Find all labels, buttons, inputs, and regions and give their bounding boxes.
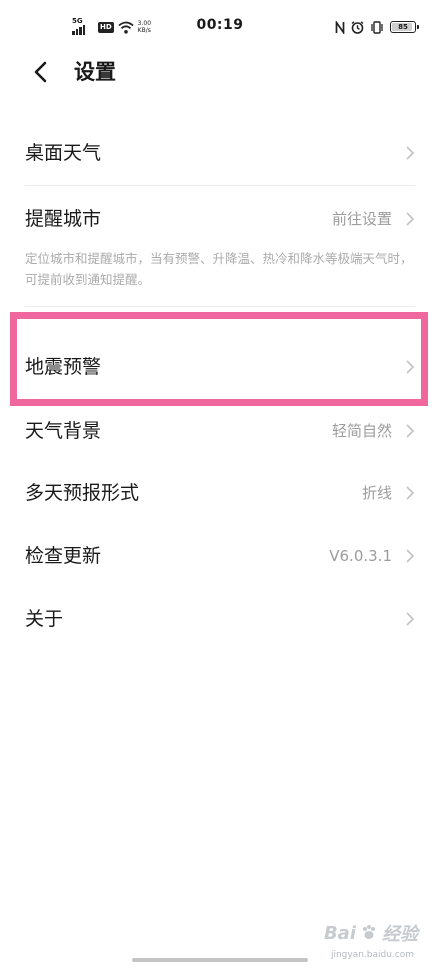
settings-item-reminder-city[interactable]: 提醒城市 前往设置 定位城市和提醒城市，当有预警、升降温、热冷和降水等极端天气时… xyxy=(0,186,440,306)
nfc-icon xyxy=(335,20,345,34)
weather-background-label: 天气背景 xyxy=(25,420,102,442)
battery-level: 85 xyxy=(398,23,408,31)
weather-background-value: 轻简自然 xyxy=(331,422,392,440)
about-label: 关于 xyxy=(25,608,64,630)
chevron-right-icon xyxy=(406,612,415,626)
check-update-label: 检查更新 xyxy=(25,545,102,567)
paw-icon xyxy=(363,925,375,939)
vibrate-icon xyxy=(371,20,383,34)
watermark-brand: Bai xyxy=(323,922,356,944)
reminder-city-description: 定位城市和提醒城市，当有预警、升降温、热冷和降水等极端天气时，可提前收到通知提醒… xyxy=(25,251,413,287)
chevron-left-icon xyxy=(34,61,47,83)
chevron-right-icon xyxy=(406,146,415,160)
multi-day-forecast-label: 多天预报形式 xyxy=(25,482,140,504)
watermark-brand-suffix: 经验 xyxy=(382,924,418,945)
back-button[interactable] xyxy=(26,58,54,86)
status-right-icons: 85 xyxy=(335,18,419,36)
settings-item-check-update[interactable]: 检查更新 V6.0.3.1 xyxy=(0,532,440,580)
chevron-right-icon xyxy=(406,486,415,500)
desktop-weather-label: 桌面天气 xyxy=(25,142,102,164)
baidu-jingyan-watermark: Bai 经验 xyxy=(324,920,418,946)
settings-item-multi-day-forecast[interactable]: 多天预报形式 折线 xyxy=(0,470,440,518)
chevron-right-icon xyxy=(406,424,415,438)
highlight-box xyxy=(10,312,428,406)
reminder-city-value: 前往设置 xyxy=(331,210,392,228)
status-bar: 5G HD 3.00 KB/s 00:19 85 xyxy=(0,0,440,52)
battery-icon: 85 xyxy=(390,21,419,33)
header: 设置 xyxy=(0,52,440,92)
settings-item-about[interactable]: 关于 xyxy=(0,596,440,644)
divider xyxy=(25,306,415,307)
check-update-version: V6.0.3.1 xyxy=(329,547,392,565)
settings-item-desktop-weather[interactable]: 桌面天气 xyxy=(0,122,440,184)
multi-day-forecast-value: 折线 xyxy=(361,484,392,502)
reminder-city-label: 提醒城市 xyxy=(25,208,102,230)
watermark-url: jingyan.baidu.com xyxy=(330,950,414,960)
alarm-icon xyxy=(351,20,364,34)
home-indicator[interactable] xyxy=(132,958,308,962)
chevron-right-icon xyxy=(406,212,415,226)
chevron-right-icon xyxy=(406,549,415,563)
settings-item-weather-background[interactable]: 天气背景 轻简自然 xyxy=(0,408,440,456)
page-title: 设置 xyxy=(74,60,116,84)
